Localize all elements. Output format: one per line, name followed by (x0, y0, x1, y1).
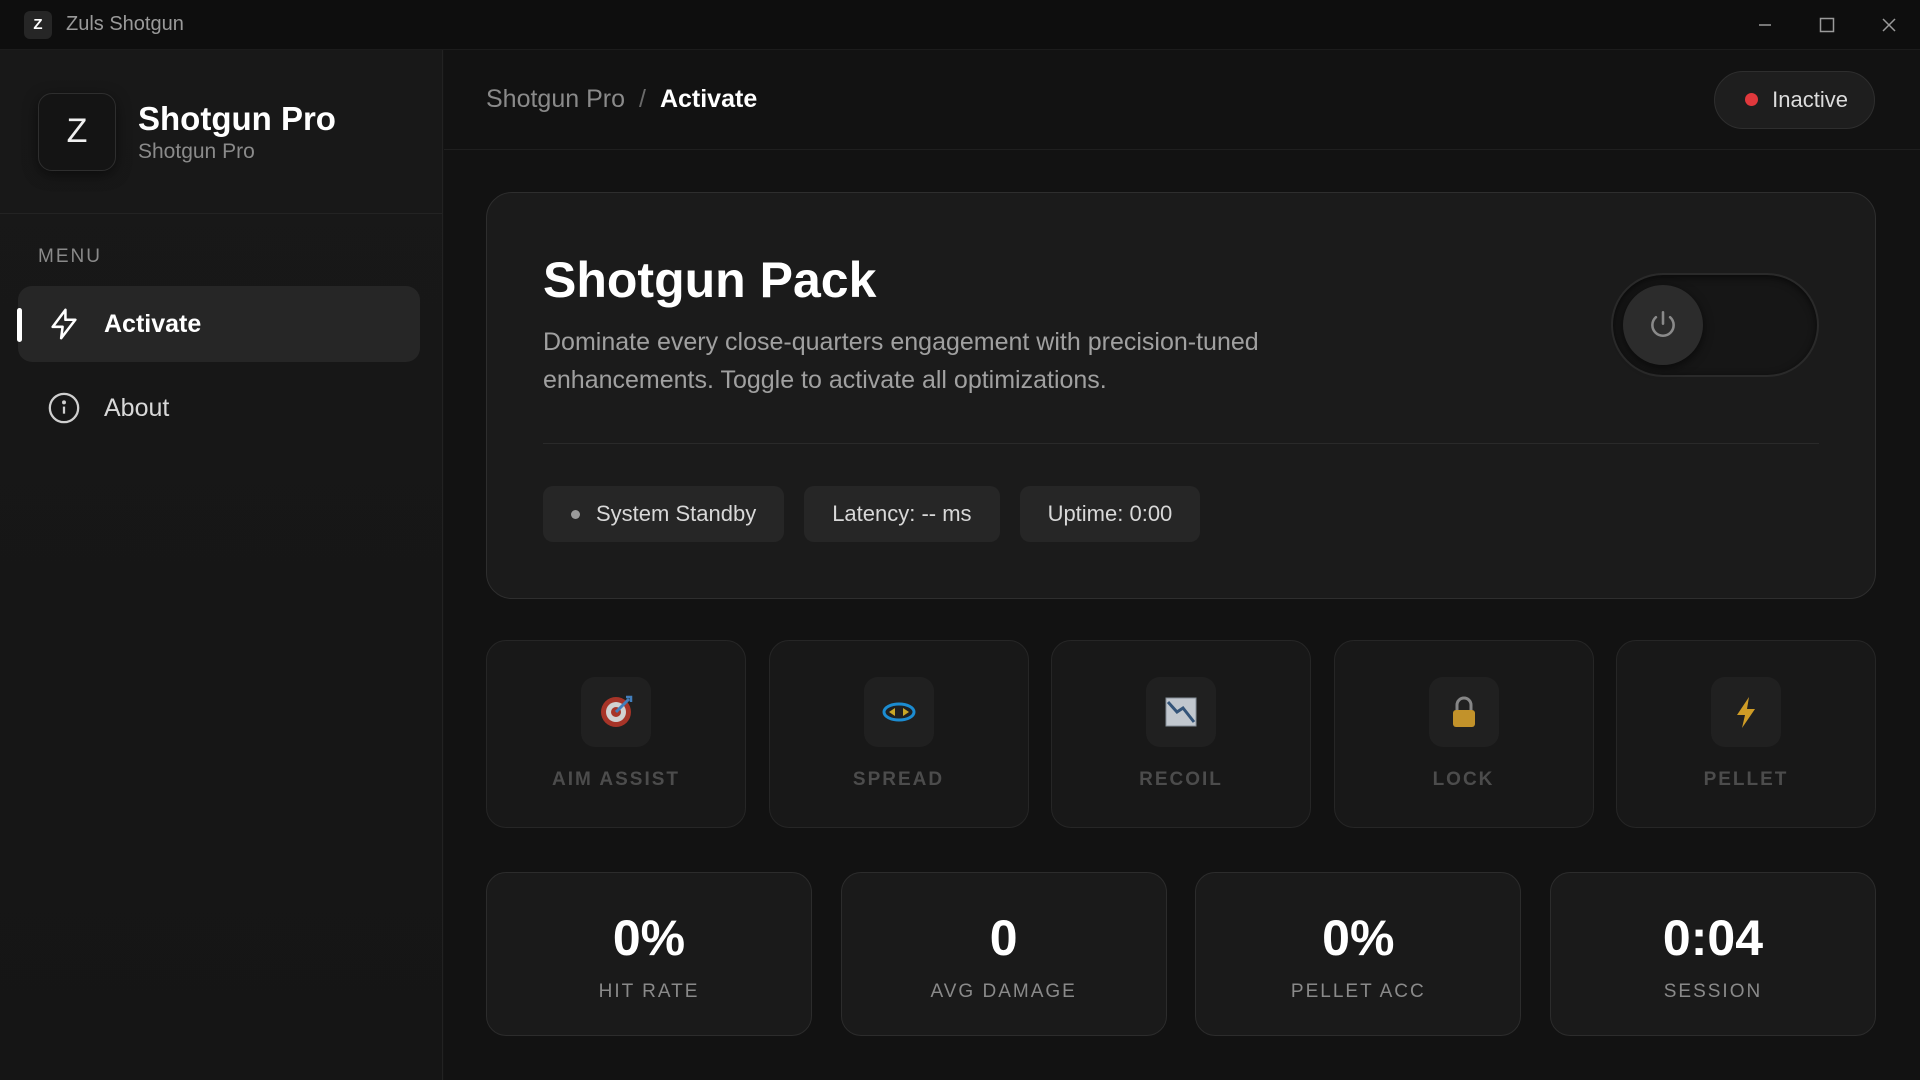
stat-card-pellet-acc: 0% PELLET ACC (1195, 872, 1522, 1036)
status-dot-icon (571, 509, 580, 519)
feature-card-aim-assist: AIM ASSIST (486, 640, 746, 828)
recoil-icon (1146, 677, 1216, 747)
stat-value: 0:04 (1662, 910, 1763, 966)
top-bar: Shotgun Pro / Activate Inactive (444, 50, 1920, 150)
brand-logo: Z (38, 92, 116, 171)
uptime-chip: Uptime: 0:00 (1019, 486, 1201, 542)
window-controls (1734, 0, 1920, 49)
spread-icon (863, 677, 934, 747)
brand-name: Shotgun Pro (138, 99, 336, 137)
minimize-button[interactable] (1734, 0, 1796, 49)
brand-text: Shotgun Pro Shotgun Pro (138, 100, 336, 164)
feature-card-pellet: PELLET (1616, 640, 1876, 828)
chip-label: Uptime: 0:00 (1047, 501, 1173, 526)
close-button[interactable] (1858, 0, 1920, 49)
status-badge: Inactive (1714, 70, 1875, 129)
latency-chip: Latency: -- ms (804, 486, 1000, 542)
main-content: Shotgun Pro / Activate Inactive Shotgun … (444, 50, 1920, 1080)
feature-label: AIM ASSIST (551, 769, 681, 790)
app-icon: Z (24, 10, 52, 39)
stat-value: 0 (989, 910, 1018, 966)
stat-card-avg-damage: 0 AVG DAMAGE (840, 872, 1167, 1036)
info-icon (46, 390, 82, 426)
feature-label: RECOIL (1139, 769, 1223, 790)
target-icon (581, 677, 651, 747)
stat-value: 0% (612, 910, 686, 966)
activate-toggle[interactable] (1611, 273, 1819, 377)
hero-description: Dominate every close-quarters engagement… (543, 328, 1259, 394)
status-chips: System Standby Latency: -- ms Uptime: 0:… (543, 486, 1220, 542)
toggle-knob[interactable] (1623, 285, 1703, 365)
chip-label: System Standby (596, 501, 757, 526)
feature-label: PELLET (1703, 769, 1789, 790)
lock-icon (1428, 677, 1499, 747)
power-icon (1651, 310, 1675, 337)
feature-label: SPREAD (852, 769, 945, 790)
chip-label: Latency: -- ms (832, 501, 972, 526)
sidebar: Z Shotgun Pro Shotgun Pro MENU Activate … (0, 50, 443, 1080)
lightning-icon (1711, 677, 1781, 747)
sidebar-item-label: Activate (104, 309, 202, 338)
stat-label: AVG DAMAGE (930, 981, 1077, 1002)
status-dot-icon (1745, 93, 1759, 106)
minimize-icon (1759, 23, 1771, 26)
feature-list: AIM ASSIST SPREAD RECOIL LOCK PELLET (486, 640, 1876, 828)
close-icon (1882, 17, 1896, 32)
brand-subtitle: Shotgun Pro (138, 139, 255, 163)
stat-card-hit-rate: 0% HIT RATE (486, 872, 812, 1036)
system-status-chip: System Standby (543, 486, 785, 542)
feature-card-lock: LOCK (1333, 640, 1594, 828)
lightning-icon (46, 306, 82, 342)
sidebar-item-about[interactable]: About (18, 370, 420, 446)
breadcrumb-root[interactable]: Shotgun Pro (486, 85, 625, 114)
stat-label: SESSION (1663, 981, 1763, 1002)
divider (543, 443, 1819, 444)
feature-card-recoil: RECOIL (1051, 640, 1311, 828)
hero-card: Shotgun Pack Dominate every close-quarte… (486, 192, 1876, 599)
brand: Z Shotgun Pro Shotgun Pro (0, 50, 442, 214)
stat-label: PELLET ACC (1290, 981, 1426, 1002)
window-title: Zuls Shotgun (66, 13, 184, 35)
stats-row: 0% HIT RATE 0 AVG DAMAGE 0% PELLET ACC 0… (486, 872, 1876, 1036)
maximize-button[interactable] (1796, 0, 1858, 49)
menu-heading: MENU (38, 246, 102, 267)
hero-title: Shotgun Pack (543, 252, 877, 308)
breadcrumb-current: Activate (659, 85, 758, 113)
title-bar: Z Zuls Shotgun (0, 0, 1920, 50)
status-label: Inactive (1772, 86, 1848, 112)
stat-value: 0% (1322, 910, 1395, 966)
breadcrumb-separator: / (639, 85, 646, 113)
feature-card-spread: SPREAD (768, 640, 1029, 828)
maximize-icon (1819, 17, 1835, 32)
stat-card-session: 0:04 SESSION (1549, 872, 1876, 1036)
sidebar-item-label: About (104, 393, 170, 422)
stat-label: HIT RATE (598, 981, 700, 1002)
sidebar-item-activate[interactable]: Activate (17, 286, 420, 362)
feature-label: LOCK (1432, 769, 1495, 790)
